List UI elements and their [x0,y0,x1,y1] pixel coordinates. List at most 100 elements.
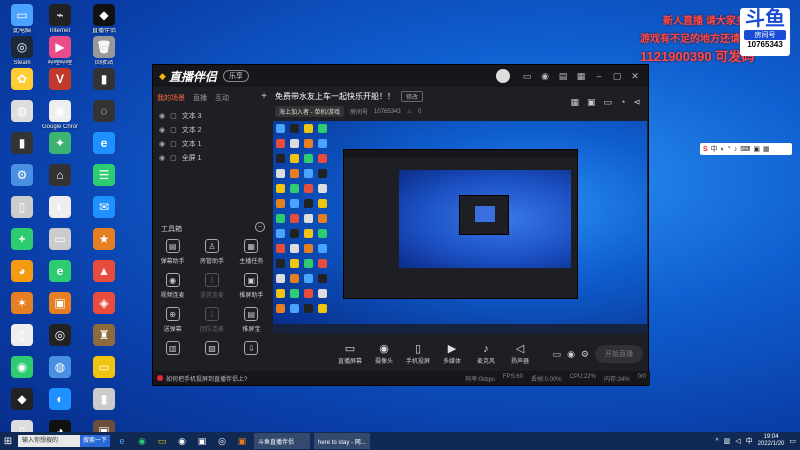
desktop-icon[interactable]: ◆ 直播伴侣 [86,4,122,35]
task-live-companion[interactable]: 斗鱼直播伴侣 [254,433,311,449]
desktop-icon[interactable]: 🗑 回收站 [86,36,122,67]
eye-icon[interactable]: ◉ [159,112,165,120]
gift-icon[interactable]: ▦ [570,97,579,108]
desktop-icon[interactable]: ✶ [4,292,40,316]
search-button[interactable]: 搜索一下 [80,435,111,447]
desktop-icon[interactable]: ✦ [42,132,78,156]
scene-item[interactable]: ◉ ▢ 文本 2 [153,123,271,137]
desktop-icon[interactable]: ⌁ Internet [42,4,78,35]
desktop-icon[interactable]: ◎ [42,324,78,348]
skin-icon[interactable]: ▣ [753,145,760,153]
app-badge[interactable]: 乐享 [222,70,249,82]
desktop-icon[interactable]: ▣ [42,292,78,316]
desktop-icon[interactable]: ▮ [86,68,122,92]
chinese-icon[interactable]: 中 [711,144,718,154]
message-icon[interactable]: ▭ [520,69,534,83]
tool-item[interactable]: ▤ 弹幕助手 [153,239,192,265]
record-icon[interactable]: ◉ [567,349,575,360]
tool-item[interactable]: ⇩ [232,341,271,358]
lock-icon[interactable]: ▢ [170,154,177,162]
eye-icon[interactable]: ◉ [159,154,165,162]
app-icon[interactable]: ◉ [134,434,150,448]
desktop-icon[interactable]: ▭ [42,228,78,252]
sogou-icon[interactable]: S [703,146,708,153]
start-live-button[interactable]: 开始直播 [595,345,643,363]
tool-item[interactable]: ♙ 房管助手 [192,239,231,265]
source-button[interactable]: ◉ 摄像头 [367,343,401,365]
maximize-icon[interactable]: ▢ [610,69,624,83]
close-icon[interactable]: ✕ [628,69,642,83]
desktop-icon[interactable]: ◐ [42,196,78,220]
help-hint[interactable]: 如何把手机投屏到直播伴侣上? [157,374,247,383]
tool-item[interactable]: ▧ [192,341,231,358]
stream-preview[interactable] [273,121,647,333]
edit-title-button[interactable]: 修改 [401,91,424,102]
desktop-icon[interactable]: ◕ [4,260,40,284]
tool-item[interactable]: ▣ 推屏助手 [232,273,271,299]
chrome-icon[interactable]: ◉ [174,434,190,448]
network-icon[interactable]: ▥ [724,437,731,445]
ime-icon[interactable]: 中 [746,436,753,446]
add-source-icon[interactable]: + [261,92,267,103]
tray-up-icon[interactable]: ^ [715,438,718,445]
windows-start-icon[interactable]: ⊞ [0,432,16,450]
settings-icon[interactable]: ▦ [574,69,588,83]
desktop-icon[interactable]: ▮ [86,388,122,412]
desktop-icon[interactable]: ✿ [4,68,40,92]
tool-item[interactable]: ⊕ 送弹幕 [153,307,192,333]
tool-item[interactable]: ▦ 主播任务 [232,239,271,265]
skin-icon[interactable]: ▤ [556,69,570,83]
desktop-icon[interactable]: ▯ [4,196,40,220]
app2-icon[interactable]: ▣ [234,434,250,448]
avatar[interactable] [496,69,510,83]
notify-icon[interactable]: ◔ [620,97,625,108]
tool-item[interactable]: ▥ [153,341,192,358]
desktop-icon[interactable]: ▲ [86,260,122,284]
scene-item[interactable]: ◉ ▢ 文本 1 [153,137,271,151]
moon-icon[interactable]: ◐ [721,146,725,153]
lock-icon[interactable]: ▢ [170,112,177,120]
desktop-icon[interactable]: ▭ [86,356,122,380]
live-category[interactable]: 海上加入者 - 单机/游戏 [275,106,344,117]
source-button[interactable]: ▭ 直播屏幕 [333,343,367,365]
tab-live[interactable]: 直播 [193,93,207,103]
store-icon[interactable]: ▣ [194,434,210,448]
desktop-icon[interactable]: ◍ [42,356,78,380]
search-input[interactable]: 输入你想搜的 [18,435,80,447]
desktop-icon[interactable]: ◉ Google Chrome [42,100,78,131]
notification-icon[interactable]: ▭ [789,437,796,445]
desktop-icon[interactable]: e [42,260,78,284]
source-button[interactable]: ♪ 麦克风 [469,343,503,365]
task-browser[interactable]: here to stay - 网... [314,433,371,449]
eye-icon[interactable]: ◉ [159,140,165,148]
keyboard-icon[interactable]: ⌨ [740,145,750,153]
desktop-icon[interactable]: ◍ [4,100,40,124]
tool-item[interactable]: ⇩ 语音连麦 [192,273,231,299]
desktop-icon[interactable]: ▯ [4,324,40,348]
tab-interact[interactable]: 互动 [215,93,229,103]
punct-icon[interactable]: ° [728,146,731,153]
desktop-icon[interactable]: ◈ [86,292,122,316]
desktop-icon[interactable]: ◎ Steam [4,36,40,67]
desktop-icon[interactable]: V [42,68,78,92]
toolbox-collapse-icon[interactable]: – [255,222,265,232]
desktop-icon[interactable]: ◌ [86,100,122,124]
desktop-icon[interactable]: ⌂ [42,164,78,188]
lock-icon[interactable]: ▣ [587,97,596,108]
bell-icon[interactable]: ◉ [538,69,552,83]
floating-toolbar[interactable]: S 中 ◐ ° ♪ ⌨ ▣ ▦ [700,143,792,155]
source-button[interactable]: ▯ 手机投屏 [401,343,435,365]
desktop-icon[interactable]: ◉ [4,356,40,380]
desktop-icon[interactable]: ◆ [4,388,40,412]
ie-icon[interactable]: e [114,434,130,448]
steam-icon[interactable]: ◎ [214,434,230,448]
eye-icon[interactable]: ◉ [159,126,165,134]
mic-icon[interactable]: ♪ [734,146,738,153]
tool-item[interactable]: ▤ 推屏宝 [232,307,271,333]
source-button[interactable]: ◁ 扬声器 [503,343,537,365]
volume-icon[interactable]: ◁ [735,437,740,445]
desktop-icon[interactable]: ♜ [86,324,122,348]
lock-icon[interactable]: ▢ [170,140,177,148]
grid-icon[interactable]: ▦ [763,145,770,153]
camera-icon[interactable]: ▭ [553,349,562,360]
